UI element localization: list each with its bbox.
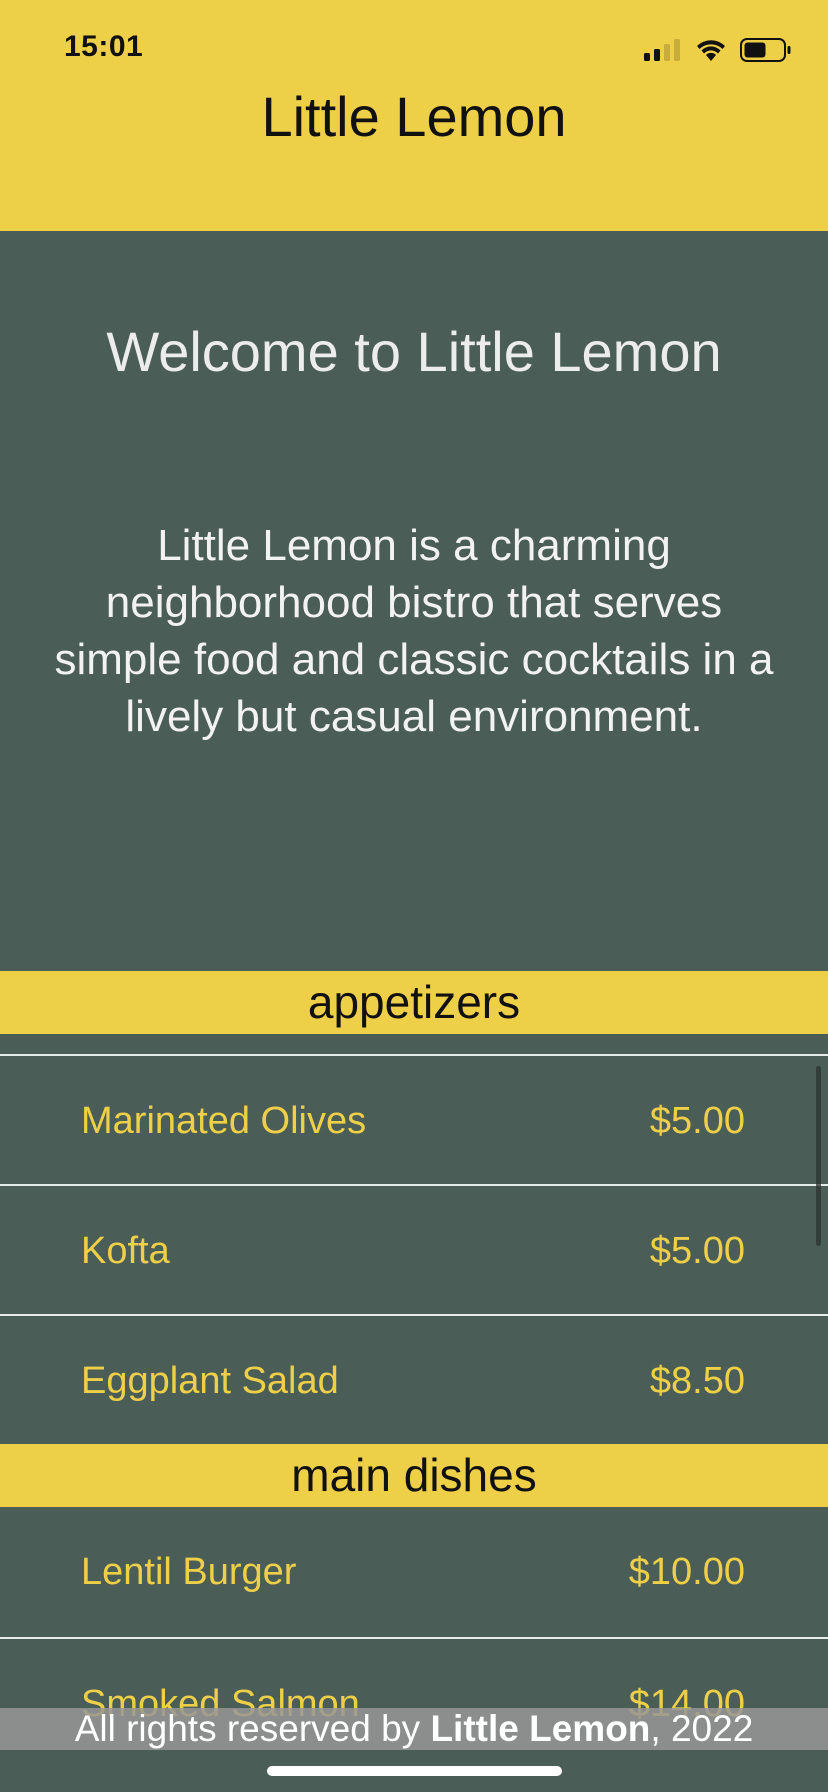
menu-item-price: $10.00 [628, 1551, 745, 1593]
footer-prefix: All rights reserved by [74, 1708, 431, 1749]
menu-item[interactable]: Eggplant Salad $8.50 [0, 1316, 828, 1446]
menu-item-price: $5.00 [649, 1230, 745, 1272]
section-header-appetizers: appetizers [0, 971, 828, 1034]
menu-item[interactable]: Kofta $5.00 [0, 1186, 828, 1316]
menu-item-price: $8.50 [649, 1360, 745, 1402]
home-indicator[interactable] [267, 1766, 562, 1776]
menu-item[interactable]: Lentil Burger $10.00 [0, 1507, 828, 1637]
menu-item-name: Marinated Olives [81, 1100, 367, 1142]
menu-item-name: Lentil Burger [81, 1551, 297, 1593]
status-bar-icons [644, 36, 792, 64]
menu-item-price: $5.00 [649, 1100, 745, 1142]
cellular-signal-icon [644, 39, 680, 61]
welcome-title: Welcome to Little Lemon [106, 320, 722, 383]
menu-item-name: Eggplant Salad [81, 1360, 339, 1402]
welcome-section: Welcome to Little Lemon Little Lemon is … [0, 231, 828, 971]
section-header-main-dishes: main dishes [0, 1444, 828, 1507]
footer-suffix: , 2022 [650, 1708, 754, 1749]
footer-brand: Little Lemon [430, 1708, 651, 1749]
status-bar-time: 15:01 [64, 30, 144, 63]
menu-item[interactable]: Marinated Olives $5.00 [0, 1056, 828, 1186]
wifi-icon [697, 40, 725, 61]
menu-item-name: Kofta [81, 1230, 170, 1272]
app-header: 15:01 Little Lemon [0, 0, 828, 231]
app-title: Little Lemon [261, 85, 567, 148]
battery-icon [740, 38, 791, 62]
footer: All rights reserved by Little Lemon, 202… [0, 1708, 828, 1750]
welcome-description: Little Lemon is a charming neighborhood … [54, 521, 774, 741]
menu-scrollbar[interactable] [816, 1066, 821, 1246]
